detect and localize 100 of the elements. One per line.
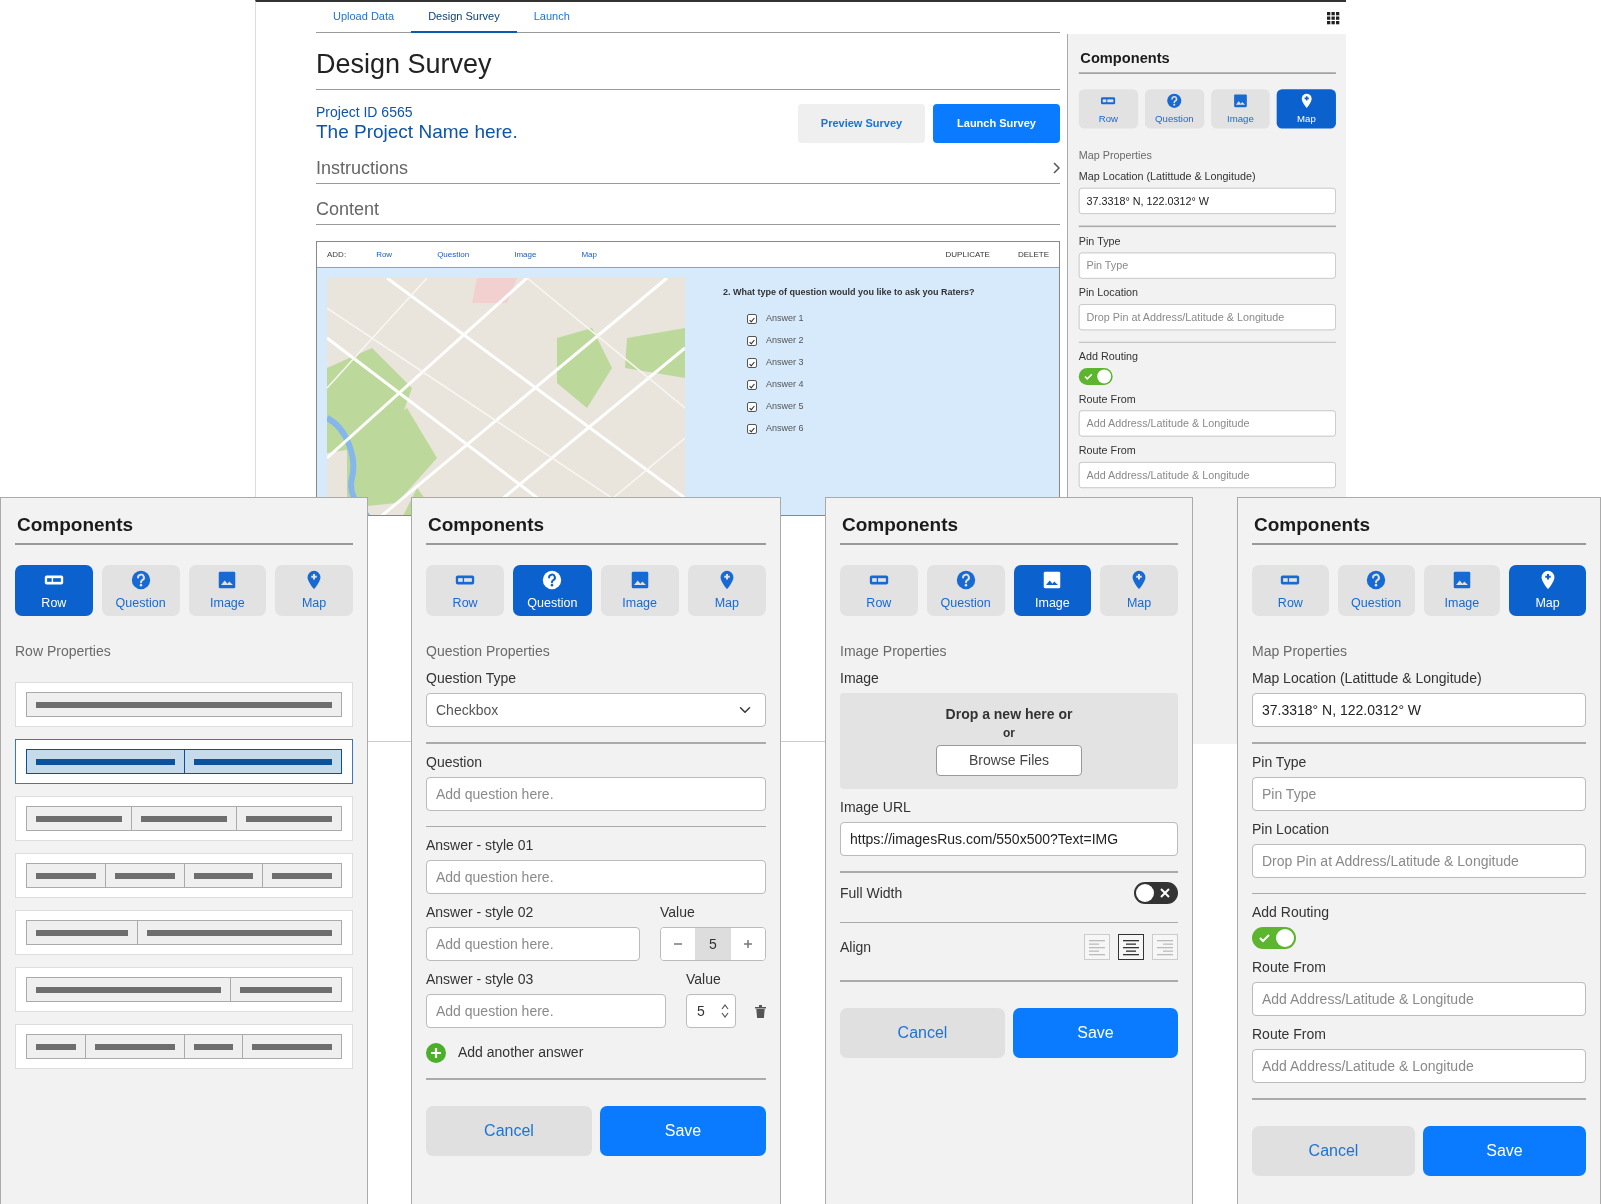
preview-button[interactable]: Preview Survey (798, 104, 925, 143)
select-field[interactable]: Checkbox (426, 693, 766, 727)
value-display: 5 (695, 928, 731, 960)
component-button[interactable]: Row (1078, 89, 1138, 129)
component-button[interactable]: Image (1013, 565, 1092, 616)
section-heading: Question Properties (426, 642, 551, 660)
x-icon (1160, 887, 1170, 898)
field-label: Answer - style 02 (426, 904, 535, 920)
field-label: Pin Location (1252, 820, 1331, 837)
toolbar-link[interactable]: Map (581, 248, 597, 261)
component-button[interactable]: Question (513, 565, 592, 616)
drop-zone[interactable]: Drop a new here or or Browse Files (840, 693, 1178, 789)
component-button[interactable]: Map (1100, 565, 1178, 616)
toolbar-action[interactable]: DUPLICATE (945, 248, 990, 261)
section-heading: Row Properties (15, 642, 112, 660)
input-field[interactable]: Drop Pin at Address/Latitude & Longitude (1252, 843, 1586, 878)
save-button[interactable]: Save (600, 1105, 766, 1156)
answer-label: Answer 5 (766, 399, 804, 413)
input-field[interactable]: Add question here. (426, 860, 766, 894)
field-label: Value (660, 904, 696, 920)
toggle-switch[interactable] (1078, 368, 1113, 385)
trash-icon[interactable] (755, 1004, 766, 1018)
input-field[interactable]: Add Address/Latitude & Longitude (1078, 410, 1336, 437)
app-grid-icon[interactable] (1327, 12, 1340, 25)
component-button[interactable]: Row (15, 565, 93, 616)
toggle-switch[interactable] (1134, 881, 1178, 904)
answer-label: Answer 6 (766, 421, 804, 435)
toolbar-link[interactable]: Row (376, 248, 393, 261)
component-button[interactable]: Question (1144, 89, 1204, 129)
component-button[interactable]: Question (1337, 565, 1415, 616)
component-button[interactable]: Image (1210, 89, 1270, 129)
project-name: The Project Name here. (316, 120, 518, 143)
checkbox[interactable] (747, 335, 757, 346)
save-button[interactable]: Save (1013, 1007, 1178, 1058)
checkbox[interactable] (747, 357, 757, 368)
section-title: Instructions (316, 157, 409, 179)
input-field[interactable]: Add question here. (426, 927, 640, 961)
question-icon (129, 568, 152, 591)
answer-label: Answer 4 (766, 377, 804, 391)
field-label: Route From (1252, 1026, 1327, 1042)
component-button[interactable]: Question (926, 565, 1005, 616)
component-button[interactable]: Row (1252, 565, 1329, 616)
section-heading: Map Properties (1078, 148, 1153, 163)
cancel-button[interactable]: Cancel (1252, 1125, 1415, 1176)
save-button[interactable]: Save (1423, 1125, 1586, 1176)
question-text: 2. What type of question would you like to ask you Raters? (723, 286, 975, 299)
checkbox[interactable] (747, 423, 757, 434)
checkbox[interactable] (747, 401, 757, 412)
field-label: Question (426, 753, 484, 770)
field-label: Route From (1078, 392, 1137, 405)
input-field[interactable]: Add Address/Latitude & Longitude (1078, 461, 1336, 489)
component-button[interactable]: Question (101, 565, 180, 616)
section-header[interactable]: Instructions (316, 143, 1060, 184)
tab[interactable]: Launch (516, 2, 587, 33)
component-button[interactable]: Map (1276, 89, 1336, 129)
field-label: Value (686, 971, 722, 987)
cancel-button[interactable]: Cancel (840, 1007, 1005, 1058)
tab[interactable]: Upload Data (316, 2, 412, 33)
input-field[interactable]: Drop Pin at Address/Latitude & Longitude (1078, 303, 1336, 330)
chevron-right-icon[interactable] (1052, 162, 1060, 174)
spinner-arrows-icon[interactable] (721, 1003, 729, 1019)
input-field[interactable]: Pin Type (1252, 776, 1586, 811)
field-label: Align (840, 939, 872, 955)
toolbar-label: ADD: (327, 248, 347, 261)
input-field[interactable]: 37.3318° N, 122.0312° W (1078, 187, 1336, 214)
toolbar-link[interactable]: Image (514, 248, 537, 261)
browse-button[interactable]: Browse Files (936, 745, 1082, 776)
component-button[interactable]: Image (188, 565, 267, 616)
question-icon (954, 568, 977, 591)
cancel-button[interactable]: Cancel (426, 1105, 592, 1156)
input-field[interactable]: Add Address/Latitude & Longitude (1252, 982, 1586, 1016)
launch-button[interactable]: Launch Survey (933, 104, 1060, 143)
input-field[interactable]: Add Address/Latitude & Longitude (1252, 1049, 1586, 1083)
field-label: Route From (1078, 444, 1137, 457)
input-field[interactable]: Add question here. (426, 994, 666, 1028)
component-button[interactable]: Row (426, 565, 505, 616)
component-button[interactable]: Map (1509, 565, 1586, 616)
input-field[interactable]: Pin Type (1078, 252, 1336, 279)
align-option[interactable] (1118, 934, 1144, 960)
toolbar-action[interactable]: DELETE (1017, 248, 1049, 261)
checkbox[interactable] (747, 379, 757, 390)
component-button[interactable]: Map (275, 565, 353, 616)
input-field[interactable]: https://imagesRus.com/550x500?Text=IMG (840, 822, 1178, 856)
component-button[interactable]: Image (600, 565, 679, 616)
field-label: Pin Location (1078, 286, 1140, 299)
toggle-switch[interactable] (1252, 927, 1296, 949)
checkbox[interactable] (747, 313, 757, 324)
input-field[interactable]: 37.3318° N, 122.0312° W (1252, 693, 1586, 727)
component-button[interactable]: Map (687, 565, 766, 616)
panel-title: Components (16, 514, 135, 536)
input-field[interactable]: Add question here. (426, 776, 766, 811)
toolbar-link[interactable]: Question (437, 248, 470, 261)
layout-option[interactable] (15, 739, 353, 784)
section-heading: Map Properties (1252, 642, 1348, 660)
number-field[interactable]: 5 (686, 994, 736, 1028)
component-button[interactable]: Row (840, 565, 918, 616)
panel-title: Components (841, 514, 960, 536)
add-answer-link[interactable]: Add another answer (426, 1042, 584, 1063)
component-button[interactable]: Image (1423, 565, 1501, 616)
tab[interactable]: Design Survey (411, 2, 517, 33)
